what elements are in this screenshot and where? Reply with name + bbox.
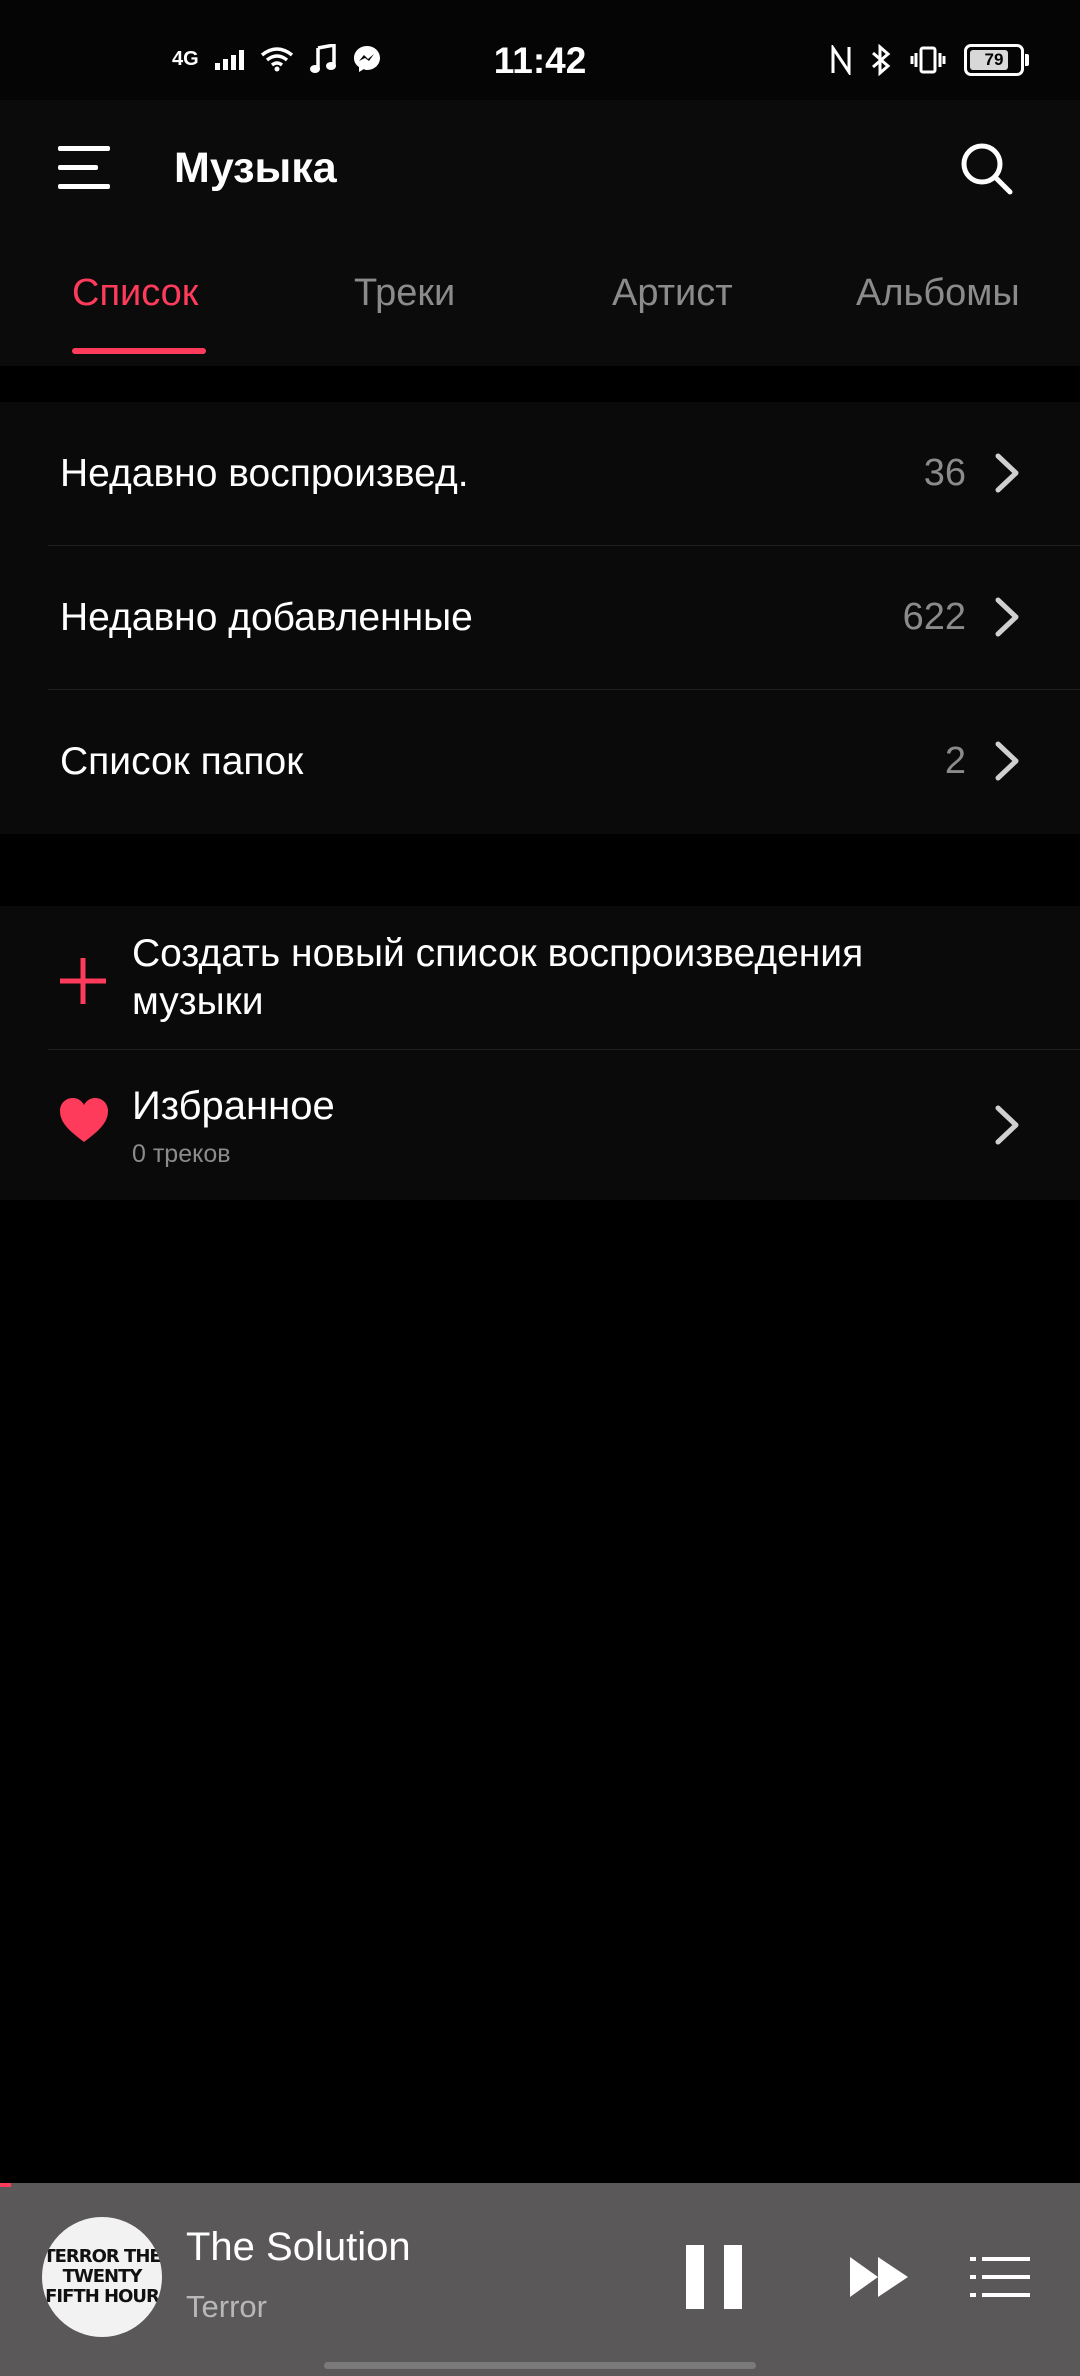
nfc-icon [831,45,851,75]
create-playlist-label: Создать новый список воспроизведения муз… [132,932,864,1023]
list-item-label: Недавно добавленные [60,596,473,639]
list-item-count: 36 [923,452,966,494]
list-item-count: 2 [944,740,966,782]
queue-icon[interactable] [970,2255,1030,2299]
vibrate-icon [910,46,946,74]
bluetooth-icon [872,44,891,76]
tab-artist[interactable]: Артист [612,272,733,315]
tab-indicator [72,348,206,354]
tab-tracks[interactable]: Треки [354,272,455,315]
list-item-folders[interactable]: Список папок 2 [0,690,1080,834]
album-cover[interactable]: TERROR THE TWENTY FIFTH HOUR [42,2217,162,2337]
tab-bar: Список Треки Артист Альбомы [0,236,1080,366]
pause-button[interactable] [686,2245,742,2309]
favorites-track-count: 0 треков [132,1140,231,1168]
chevron-right-icon [995,597,1019,637]
page-title: Музыка [174,144,337,192]
mini-player[interactable]: TERROR THE TWENTY FIFTH HOUR The Solutio… [0,2183,1080,2376]
chevron-right-icon [995,453,1019,493]
hamburger-icon[interactable] [58,144,110,192]
favorites-title: Избранное [132,1084,335,1128]
list-item-count: 622 [902,596,966,638]
plus-icon [60,958,106,1004]
album-cover-text: TERROR THE TWENTY FIFTH HOUR [43,2246,161,2307]
tab-albums[interactable]: Альбомы [856,272,1020,315]
list-item-recently-added[interactable]: Недавно добавленные 622 [0,546,1080,690]
chevron-right-icon [995,1105,1019,1145]
track-artist: Terror [186,2289,267,2324]
create-playlist-button[interactable]: Создать новый список воспроизведения муз… [0,906,1080,1050]
status-right: 79 [830,44,1029,76]
playback-progress [0,2183,11,2187]
playlists-section: Создать новый список воспроизведения муз… [0,906,1080,1200]
list-item-label: Список папок [60,740,304,783]
app-bar: Музыка [0,100,1080,237]
heart-icon [60,1098,108,1142]
battery-icon: 79 [964,44,1029,76]
fast-forward-icon[interactable] [848,2255,910,2299]
tab-list[interactable]: Список [72,272,198,315]
battery-level: 79 [984,50,1004,69]
track-title: The Solution [186,2225,411,2269]
list-item-recently-played[interactable]: Недавно воспроизвед. 36 [0,402,1080,546]
search-icon[interactable] [958,140,1014,196]
library-lists: Недавно воспроизвед. 36 Недавно добавлен… [0,402,1080,834]
playlist-favorites[interactable]: Избранное 0 треков [0,1050,1080,1200]
status-bar: 4G 11:42 79 [0,0,1080,100]
list-item-label: Недавно воспроизвед. [60,452,469,495]
chevron-right-icon [995,741,1019,781]
home-indicator[interactable] [324,2362,756,2369]
